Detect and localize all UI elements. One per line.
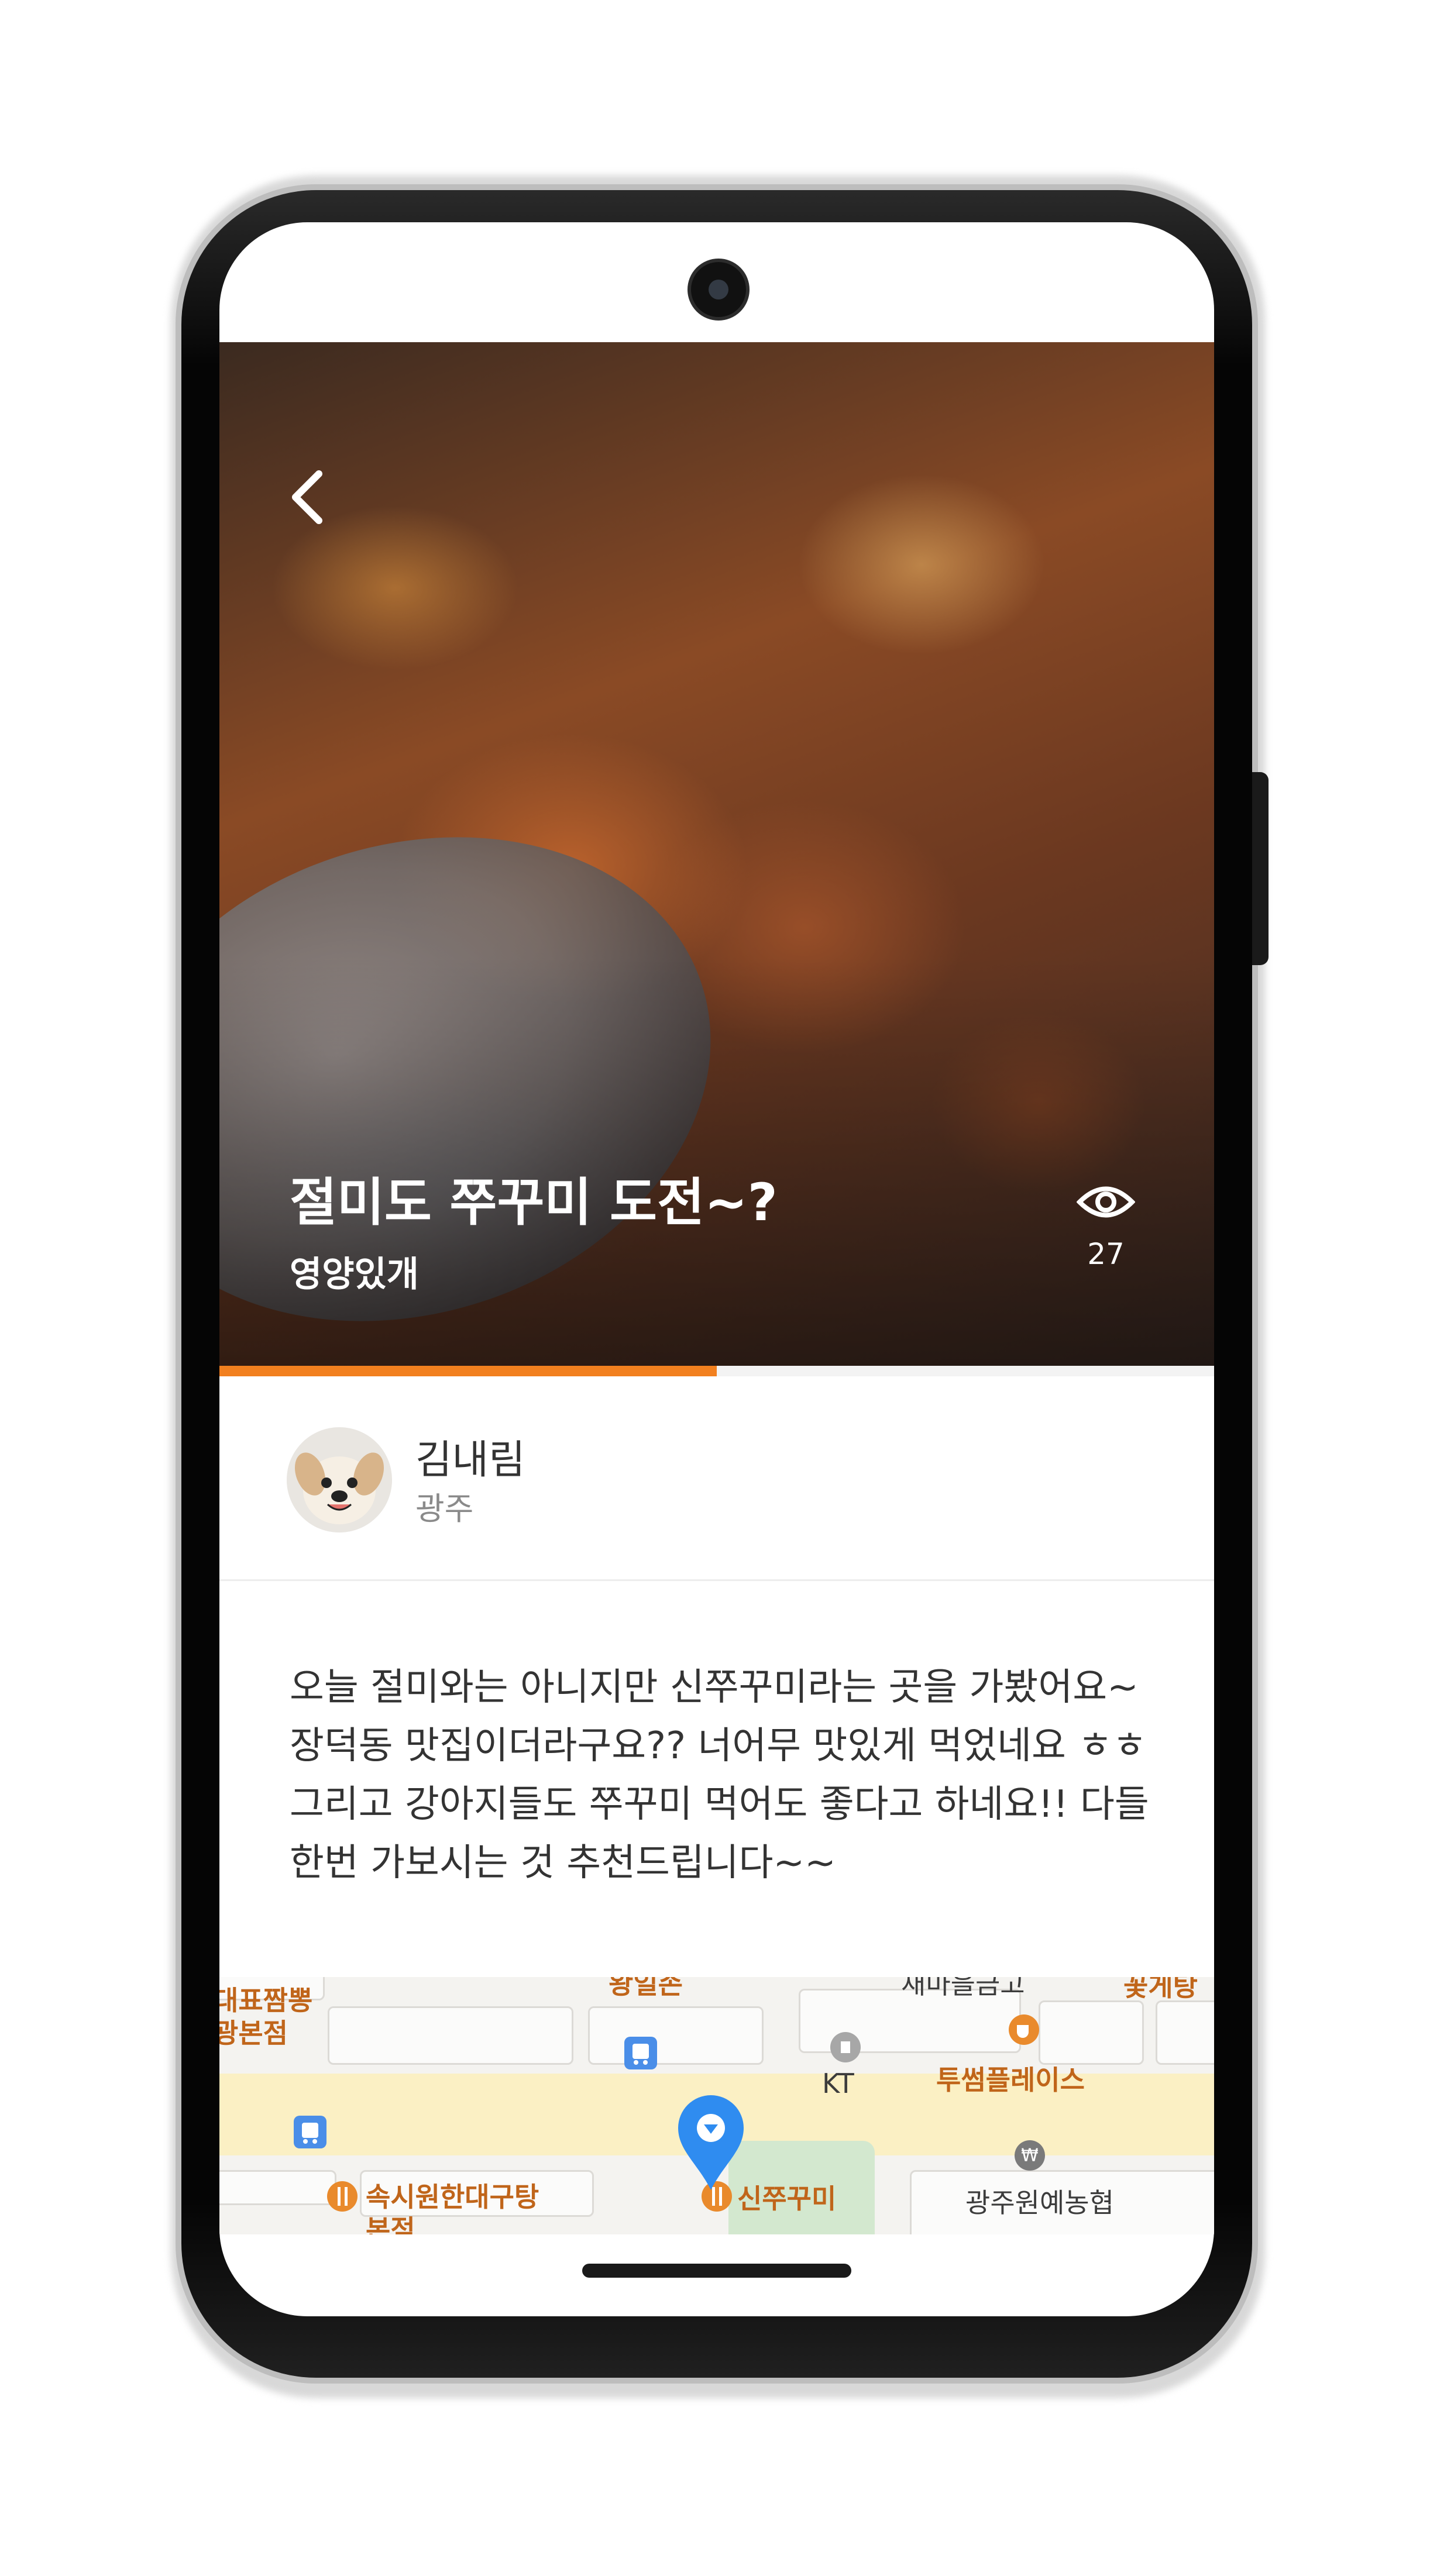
view-count: 27: [1087, 1237, 1125, 1271]
map-block: [588, 2006, 764, 2065]
map-block: [328, 2006, 573, 2065]
home-indicator[interactable]: [582, 2264, 851, 2278]
map-label: 광본점: [219, 2017, 288, 2049]
cafe-icon: [1009, 2014, 1039, 2045]
bank-icon: ₩: [1015, 2140, 1045, 2171]
author-name[interactable]: 김내림: [415, 1427, 525, 1485]
dog-avatar-icon: [287, 1427, 392, 1532]
map-block: [1039, 2000, 1144, 2065]
location-map[interactable]: 대표짬뽕 광본점 왕일손 새마을금고 꽃게탕 KT 투썸플레이스 속시원한대구탕…: [219, 1977, 1214, 2234]
map-label: 광주원예농협: [965, 2187, 1114, 2219]
phone-side-button: [1252, 772, 1269, 965]
map-label: 새마을금고: [901, 1977, 1025, 2000]
map-label: 투썸플레이스: [936, 2064, 1085, 2096]
section-divider: [219, 1579, 1214, 1581]
front-camera: [688, 259, 750, 321]
hero-photo: 절미도 쭈꾸미 도전~? 영양있개 27: [219, 342, 1214, 1366]
bus-stop-icon: [294, 2116, 326, 2148]
story-progress-track: [219, 1366, 1214, 1376]
location-pin-icon[interactable]: [675, 2094, 747, 2193]
map-label: 본점: [366, 2214, 415, 2234]
story-progress-fill: [219, 1366, 717, 1376]
restaurant-icon: [327, 2181, 358, 2212]
author-region: 광주: [415, 1490, 474, 1527]
map-block: [1156, 2000, 1214, 2065]
svg-text:₩: ₩: [1021, 2145, 1039, 2166]
map-label: 꽃게탕: [1123, 1977, 1198, 2002]
building-icon: [830, 2032, 861, 2062]
map-label[interactable]: 신쭈꾸미: [737, 2178, 836, 2216]
map-label: KT: [822, 2068, 854, 2099]
post-body-text: 오늘 절미와는 아니지만 신쭈꾸미라는 곳을 가봤어요~ 장덕동 맛집이더라구요…: [290, 1666, 1149, 1885]
eye-icon: [1077, 1186, 1135, 1218]
back-chevron-icon[interactable]: [278, 465, 336, 529]
map-block: [219, 2170, 336, 2205]
phone-screen: 절미도 쭈꾸미 도전~? 영양있개 27 김내림 광주 오늘 절미와는 아니지만…: [219, 222, 1214, 2316]
bus-stop-icon: [624, 2037, 657, 2069]
post-title: 절미도 쭈꾸미 도전~?: [290, 1172, 778, 1232]
post-category: 영양있개: [290, 1254, 419, 1295]
map-label: 왕일손: [609, 1977, 683, 2000]
avatar[interactable]: [287, 1427, 392, 1532]
